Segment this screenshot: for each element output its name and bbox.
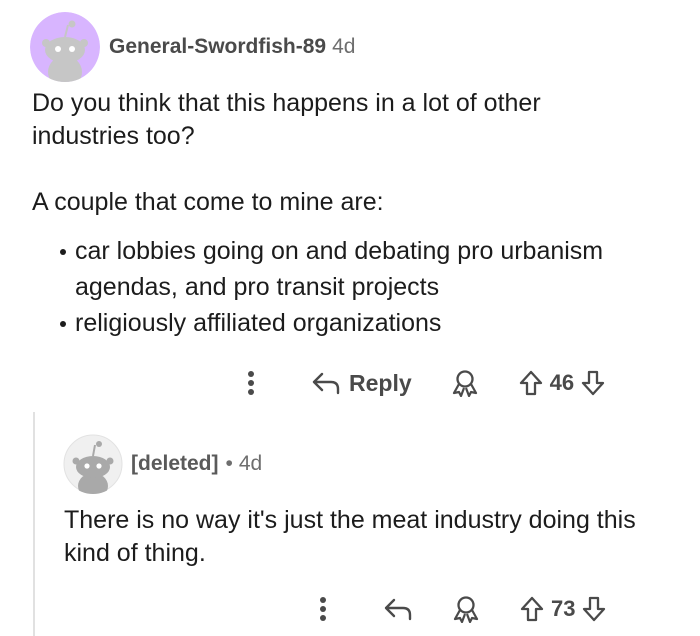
award-icon[interactable]	[450, 369, 480, 397]
avatar[interactable]	[63, 434, 123, 494]
author-username[interactable]: [deleted]	[131, 452, 219, 476]
upvote-button[interactable]	[518, 369, 544, 397]
reply-arrow-icon	[384, 598, 412, 621]
bullet-item: religiously affiliated organizations	[32, 305, 672, 341]
comment-actions: Reply 46	[236, 364, 606, 402]
more-options-icon[interactable]	[308, 596, 338, 622]
reply-label: Reply	[349, 369, 412, 396]
reply-button[interactable]: Reply	[311, 370, 412, 397]
author-username[interactable]: General-Swordfish-89	[109, 35, 326, 59]
vote-count: 73	[551, 596, 576, 621]
vote-count: 46	[549, 370, 575, 395]
comment-actions: 73	[308, 590, 607, 628]
snoo-avatar-icon	[30, 12, 100, 82]
upvote-button[interactable]	[519, 595, 545, 623]
bullet-list: car lobbies going on and debating pro ur…	[32, 233, 672, 341]
meta-separator: •	[225, 452, 233, 475]
comment-header: [deleted] • 4d	[63, 434, 262, 494]
comment-paragraph: Do you think that this happens in a lot …	[32, 89, 541, 150]
bullet-item: car lobbies going on and debating pro ur…	[32, 233, 672, 305]
award-icon[interactable]	[451, 595, 481, 623]
comment-paragraph: There is no way it's just the meat indus…	[64, 506, 636, 567]
comment-body: There is no way it's just the meat indus…	[64, 504, 664, 570]
comment-header: General-Swordfish-89 4d	[30, 12, 355, 82]
upvote-arrow-icon	[519, 370, 542, 396]
downvote-arrow-icon	[583, 596, 606, 622]
comment-body: Do you think that this happens in a lot …	[32, 87, 652, 219]
comment-age: 4d	[332, 35, 356, 58]
downvote-button[interactable]	[580, 369, 606, 397]
downvote-button[interactable]	[581, 595, 607, 623]
snoo-avatar-icon	[63, 434, 123, 494]
reply-button[interactable]	[383, 597, 413, 621]
downvote-arrow-icon	[581, 370, 605, 396]
more-options-icon[interactable]	[236, 370, 266, 396]
avatar[interactable]	[30, 12, 100, 82]
thread-line[interactable]	[33, 412, 35, 636]
reply-arrow-icon	[312, 372, 340, 395]
upvote-arrow-icon	[520, 596, 544, 622]
comment-paragraph: A couple that come to mine are:	[32, 188, 384, 216]
comment-age: 4d	[238, 452, 263, 475]
